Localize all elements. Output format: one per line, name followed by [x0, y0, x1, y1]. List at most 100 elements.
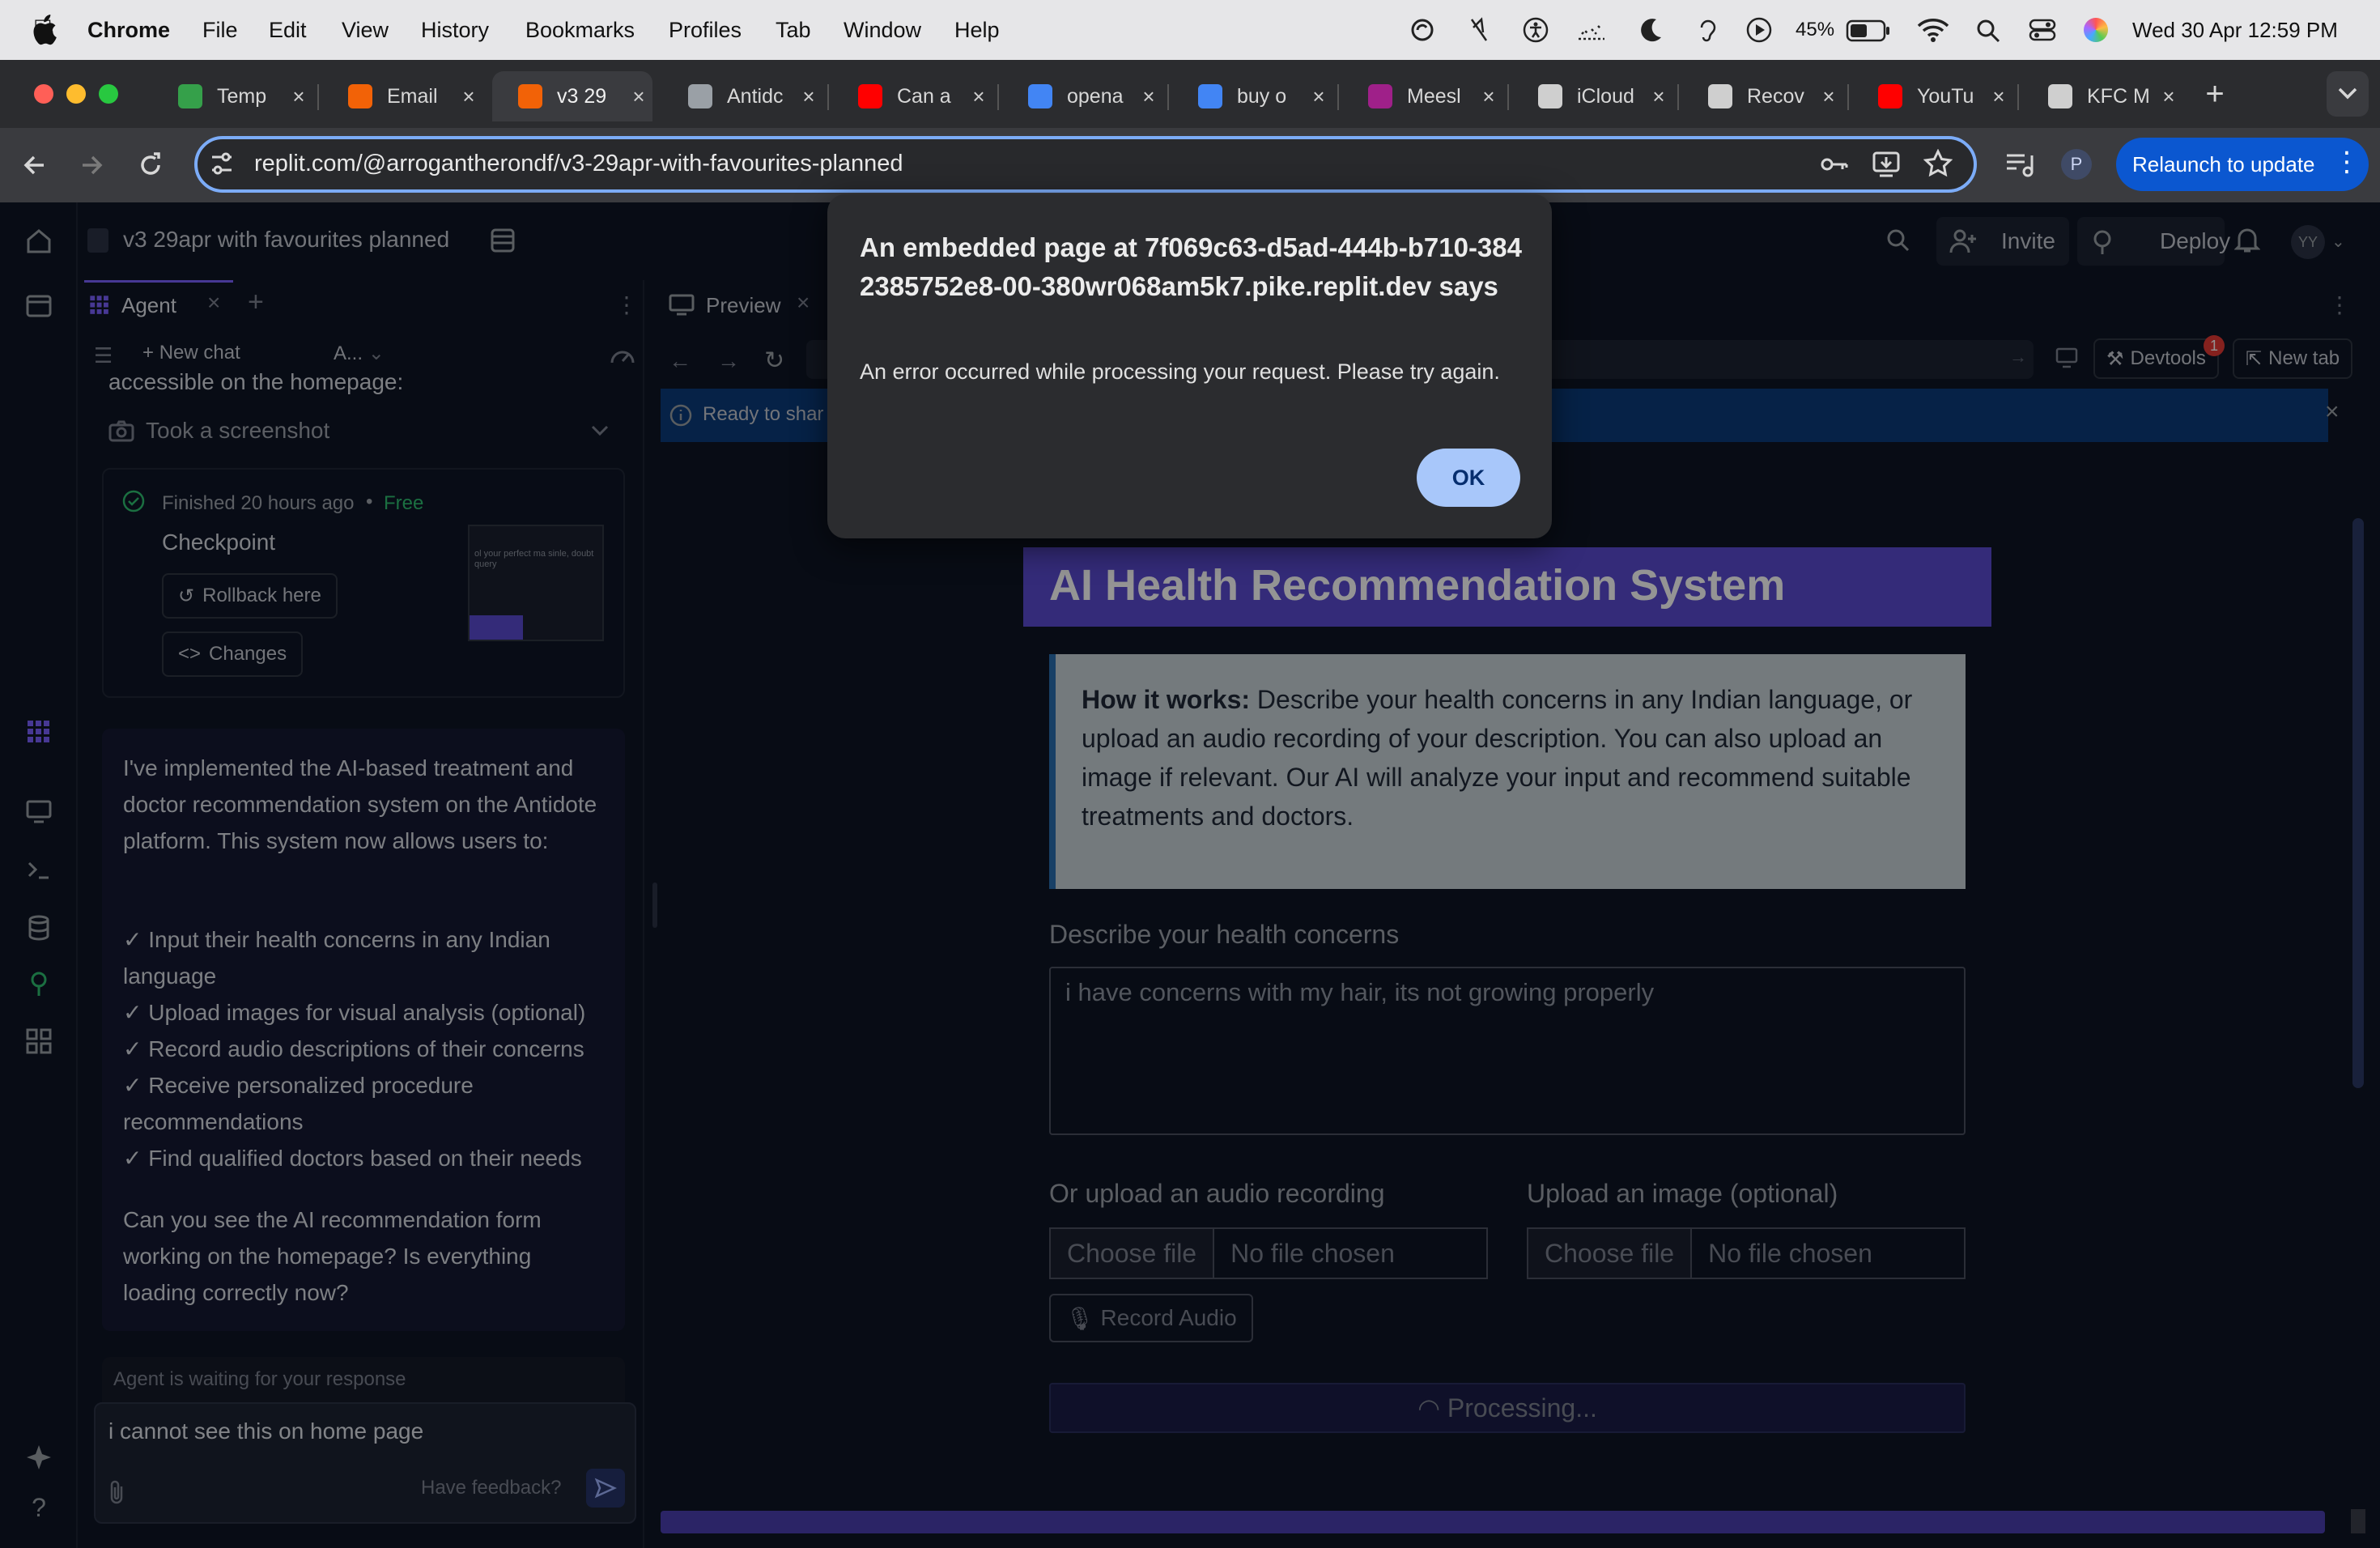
dialog-message: An error occurred while processing your … [860, 359, 1500, 384]
tab-close-icon[interactable]: × [625, 84, 652, 109]
replit-icon [518, 84, 542, 108]
tab-label: Email [387, 84, 438, 108]
tab-label: opena [1067, 84, 1124, 108]
browser-tab[interactable]: KFC M × [2022, 71, 2182, 121]
tab-separator [997, 84, 999, 110]
menu-app-name[interactable]: Chrome [87, 0, 170, 60]
hearing-icon[interactable] [1695, 16, 1719, 44]
youtube-icon [1878, 84, 1902, 108]
tab-close-icon[interactable]: × [1645, 84, 1672, 109]
apple-icon [1708, 84, 1732, 108]
url-text[interactable]: replit.com/@arrogantherondf/v3-29apr-wit… [254, 147, 903, 180]
siri-icon[interactable] [2084, 18, 2108, 42]
tab-label: buy o [1237, 84, 1287, 108]
wifi-scan-icon[interactable] [1575, 19, 1608, 42]
menu-view[interactable]: View [342, 0, 389, 60]
window-zoom-button[interactable] [99, 84, 118, 104]
browser-tab[interactable]: Recov × [1682, 71, 1842, 121]
menu-tab[interactable]: Tab [776, 0, 811, 60]
tab-close-icon[interactable]: × [965, 84, 992, 109]
tab-close-icon[interactable]: × [795, 84, 822, 109]
tab-separator [1677, 84, 1679, 110]
media-controls-icon[interactable] [2004, 151, 2035, 178]
window-close-button[interactable] [34, 84, 53, 104]
browser-tab[interactable]: Temp × [152, 71, 312, 121]
site-settings-icon[interactable] [207, 149, 236, 178]
relaunch-button[interactable]: Relaunch to update [2116, 138, 2369, 191]
browser-tab[interactable]: Email × [322, 71, 482, 121]
tab-label: Recov [1747, 84, 1804, 108]
dialog-ok-button[interactable]: OK [1417, 449, 1520, 507]
tab-separator [2017, 84, 2019, 110]
tab-close-icon[interactable]: × [2155, 84, 2182, 109]
globe-icon [688, 84, 712, 108]
tab-close-icon[interactable]: × [1815, 84, 1842, 109]
focus-moon-icon[interactable] [1638, 16, 1664, 44]
tab-close-icon[interactable]: × [1135, 84, 1162, 109]
tab-label: Temp [217, 84, 267, 108]
chrome-menu-icon[interactable]: ⋮ [2333, 147, 2361, 180]
tab-separator [827, 84, 829, 110]
relaunch-label: Relaunch to update [2132, 152, 2315, 176]
forward-arrow-icon[interactable] [78, 151, 107, 180]
spotlight-search-icon[interactable] [1975, 18, 2001, 44]
back-arrow-icon[interactable] [19, 151, 49, 180]
meesho-icon [1368, 84, 1392, 108]
tab-label: KFC M [2087, 84, 2150, 108]
tab-label: v3 29 [557, 84, 607, 108]
tab-label: YouTu [1917, 84, 1974, 108]
tab-close-icon[interactable]: × [455, 84, 482, 109]
tab-close-icon[interactable]: × [1475, 84, 1502, 109]
browser-tab[interactable]: v3 29 × [492, 71, 652, 121]
apple-logo-icon[interactable] [31, 15, 57, 45]
tab-label: iCloud [1577, 84, 1634, 108]
browser-tab[interactable]: Meesl × [1342, 71, 1502, 121]
browser-tab[interactable]: buy o × [1172, 71, 1332, 121]
profile-avatar[interactable]: P [2061, 149, 2092, 180]
shield-icon [178, 84, 202, 108]
tab-close-icon[interactable]: × [1985, 84, 2012, 109]
menu-help[interactable]: Help [954, 0, 1000, 60]
window-minimize-button[interactable] [66, 84, 86, 104]
status-sync-icon[interactable] [1410, 18, 1434, 42]
youtube-icon [858, 84, 882, 108]
menu-edit[interactable]: Edit [269, 0, 307, 60]
wifi-icon[interactable] [1917, 18, 1949, 42]
tab-separator [1167, 84, 1169, 110]
menu-profiles[interactable]: Profiles [669, 0, 742, 60]
status-mute-icon[interactable] [1467, 16, 1491, 44]
tab-separator [1507, 84, 1509, 110]
menu-history[interactable]: History [421, 0, 489, 60]
tab-search-button[interactable] [2327, 71, 2369, 117]
google-icon [1028, 84, 1052, 108]
google-icon [1198, 84, 1222, 108]
tab-label: Can a [897, 84, 951, 108]
menu-bookmarks[interactable]: Bookmarks [525, 0, 635, 60]
battery-percent: 45% [1796, 19, 1835, 40]
browser-tab[interactable]: YouTu × [1852, 71, 2012, 121]
browser-tab[interactable]: Antidc × [662, 71, 822, 121]
control-center-icon[interactable] [2029, 18, 2056, 42]
now-playing-icon[interactable] [1745, 16, 1773, 44]
macos-menu-bar:  Chrome File Edit View History Bookmark… [0, 0, 2380, 60]
chevron-down-icon [2338, 87, 2357, 100]
browser-tab[interactable]: Can a × [832, 71, 992, 121]
password-key-icon[interactable] [1820, 152, 1849, 176]
apple-icon [1538, 84, 1562, 108]
accessibility-icon[interactable] [1522, 16, 1549, 44]
browser-tab[interactable]: iCloud × [1512, 71, 1672, 121]
tab-close-icon[interactable]: × [285, 84, 312, 109]
install-app-icon[interactable] [1872, 151, 1901, 178]
battery-icon[interactable] [1846, 19, 1891, 42]
new-tab-plus-icon[interactable]: + [2194, 71, 2236, 120]
globe-icon [2048, 84, 2072, 108]
clock[interactable]: Wed 30 Apr 12:59 PM [2132, 0, 2338, 60]
replit-icon [348, 84, 372, 108]
menu-window[interactable]: Window [844, 0, 921, 60]
menu-file[interactable]: File [202, 0, 238, 60]
tab-close-icon[interactable]: × [1305, 84, 1332, 109]
dialog-title: An embedded page at 7f069c63-d5ad-444b-b… [860, 232, 1522, 301]
browser-tab[interactable]: opena × [1002, 71, 1162, 121]
bookmark-star-icon[interactable] [1923, 149, 1953, 178]
reload-icon[interactable] [136, 151, 165, 180]
